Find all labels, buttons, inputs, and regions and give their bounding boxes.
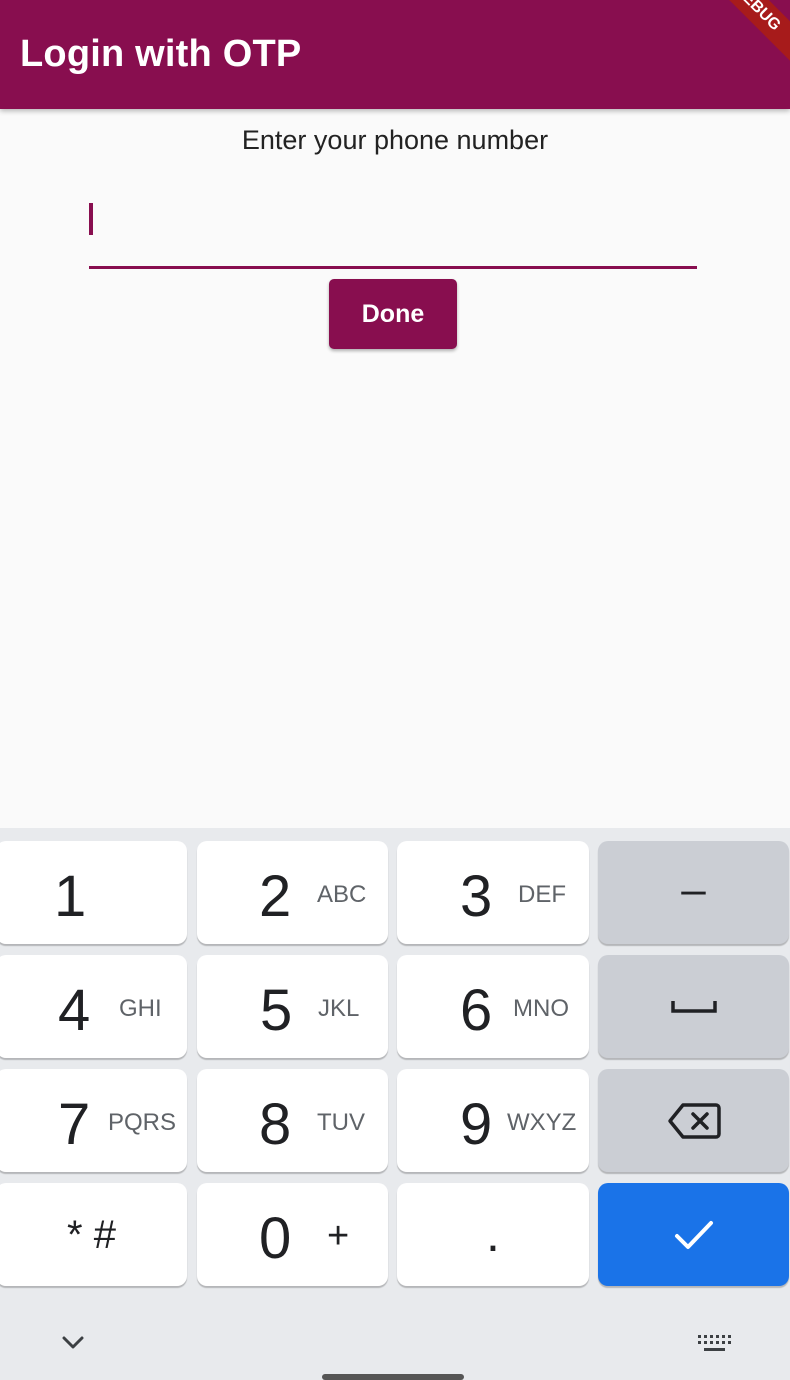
- key-digit: 1: [54, 864, 87, 929]
- key-9[interactable]: 9 WXYZ: [397, 1069, 589, 1172]
- hash-symbol: #: [93, 1213, 116, 1257]
- key-minus[interactable]: –: [598, 841, 789, 944]
- key-digit: 3: [460, 864, 493, 929]
- check-icon: [674, 1219, 714, 1251]
- key-backspace[interactable]: [598, 1069, 789, 1172]
- key-digit: 9: [460, 1092, 493, 1157]
- key-digit: 8: [259, 1092, 292, 1157]
- key-digit: 6: [460, 978, 493, 1043]
- home-indicator[interactable]: [322, 1374, 464, 1380]
- backspace-icon: [667, 1102, 721, 1140]
- phone-prompt-label: Enter your phone number: [241, 125, 549, 155]
- key-done-check[interactable]: [598, 1183, 789, 1286]
- done-button[interactable]: Done: [329, 279, 457, 349]
- key-letters: TUV: [317, 1109, 365, 1136]
- key-space[interactable]: [598, 955, 789, 1058]
- key-letters: JKL: [318, 995, 360, 1022]
- key-dot[interactable]: .: [397, 1183, 589, 1286]
- phone-number-input[interactable]: [89, 185, 697, 269]
- key-5[interactable]: 5 JKL: [197, 955, 388, 1058]
- app-screen: Login with OTP DEBUG Enter your phone nu…: [0, 0, 790, 1380]
- key-digit: 5: [260, 978, 293, 1043]
- key-digit: 0: [259, 1206, 292, 1271]
- dot-symbol: .: [486, 1206, 500, 1262]
- key-plus: +: [327, 1215, 350, 1257]
- numeric-keyboard: 1 2 ABC 3 DEF – 4 GHI 5 JKL 6 MNO 7 PQRS…: [0, 828, 790, 1380]
- key-digit: 7: [58, 1092, 91, 1157]
- page-title: Login with OTP: [20, 33, 302, 75]
- key-3[interactable]: 3 DEF: [397, 841, 589, 944]
- text-caret: [89, 203, 93, 235]
- key-2[interactable]: 2 ABC: [197, 841, 388, 944]
- key-4[interactable]: 4 GHI: [0, 955, 187, 1058]
- key-symbols: * #: [0, 1213, 187, 1258]
- app-bar: Login with OTP: [0, 0, 790, 109]
- key-digit: 4: [58, 978, 91, 1043]
- key-letters: ABC: [317, 881, 367, 908]
- key-letters: WXYZ: [507, 1109, 577, 1136]
- key-letters: MNO: [513, 995, 569, 1022]
- key-7[interactable]: 7 PQRS: [0, 1069, 187, 1172]
- key-8[interactable]: 8 TUV: [197, 1069, 388, 1172]
- key-letters: PQRS: [108, 1109, 177, 1136]
- key-0[interactable]: 0 +: [197, 1183, 388, 1286]
- key-letters: GHI: [119, 995, 162, 1022]
- keyboard-icon[interactable]: [697, 1334, 731, 1359]
- star-symbol: *: [67, 1213, 83, 1257]
- space-icon: [671, 995, 717, 1015]
- chevron-down-icon[interactable]: [62, 1336, 84, 1355]
- key-letters: DEF: [518, 881, 566, 908]
- key-1[interactable]: 1: [0, 841, 187, 944]
- key-digit: 2: [259, 864, 292, 929]
- minus-symbol: –: [681, 865, 706, 914]
- key-6[interactable]: 6 MNO: [397, 955, 589, 1058]
- key-star-hash[interactable]: * #: [0, 1183, 187, 1286]
